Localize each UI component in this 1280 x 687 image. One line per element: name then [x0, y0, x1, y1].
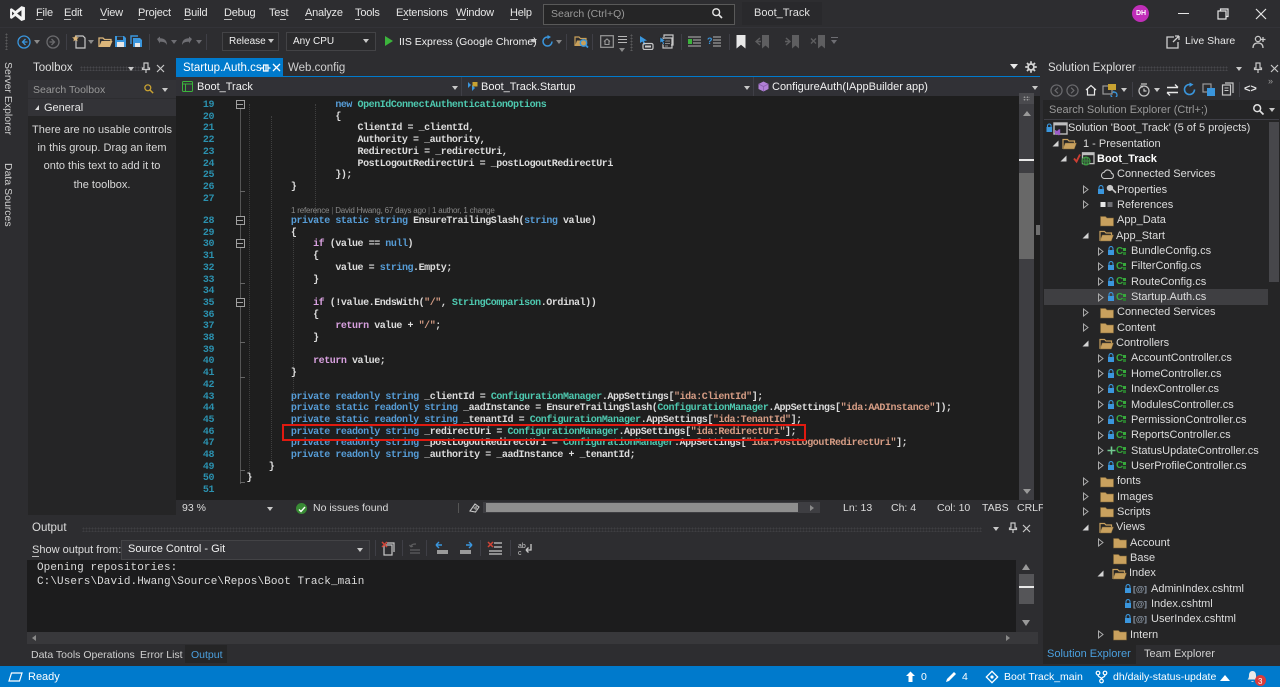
- svg-text:?: ?: [707, 36, 713, 46]
- svg-text:c: c: [518, 550, 522, 556]
- svg-text:ab: ab: [518, 543, 526, 550]
